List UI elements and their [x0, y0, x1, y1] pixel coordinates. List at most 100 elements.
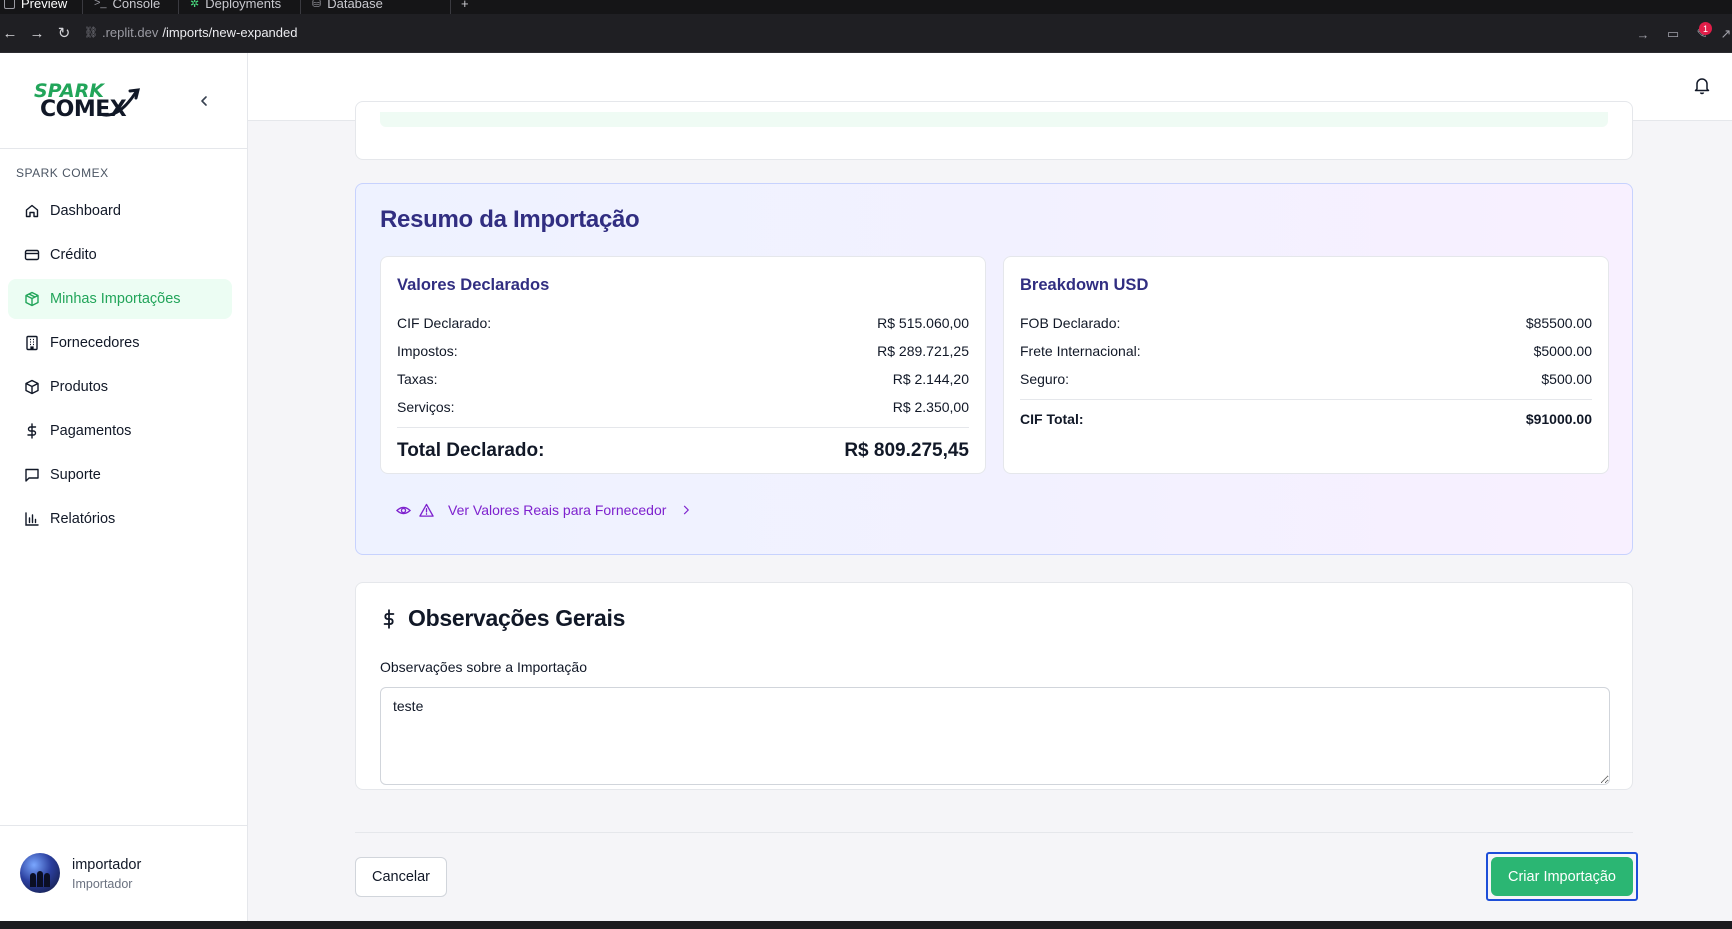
declared-row-label: Serviços: — [397, 399, 455, 415]
bell-icon — [1694, 78, 1710, 95]
declared-row: CIF Declarado: R$ 515.060,00 — [397, 309, 969, 337]
url-domain: .replit.dev — [101, 25, 159, 40]
package-icon — [25, 291, 39, 307]
url-path: /imports/new-expanded — [162, 25, 298, 40]
collapse-sidebar-button[interactable] — [194, 91, 214, 111]
eye-icon — [396, 506, 411, 514]
sidebar-section-label: SPARK COMEX — [16, 166, 109, 180]
open-arrow-icon[interactable]: → — [1633, 24, 1653, 44]
reload-icon[interactable]: ↻ — [54, 23, 74, 43]
app-viewport: SPARK COMEX SPARK COMEX Dashboard Crédit… — [0, 53, 1732, 921]
sidebar: SPARK COMEX SPARK COMEX Dashboard Crédit… — [0, 53, 248, 921]
home-icon — [25, 204, 39, 218]
summary-title: Resumo da Importação — [380, 206, 640, 233]
avatar — [20, 853, 60, 893]
user-profile[interactable]: importador Importador — [0, 825, 248, 921]
sidebar-item-label: Crédito — [50, 247, 97, 263]
import-summary-card: Resumo da Importação Valores Declarados … — [355, 183, 1633, 555]
spark-comex-logo[interactable]: SPARK COMEX — [32, 80, 142, 126]
usd-row-label: FOB Declarado: — [1020, 315, 1121, 331]
declared-total-value: R$ 809.275,45 — [844, 440, 969, 461]
observations-textarea[interactable]: teste — [380, 687, 1610, 785]
warning-icon — [419, 503, 434, 517]
divider — [1020, 399, 1592, 400]
usd-row: FOB Declarado: $85500.00 — [1020, 309, 1592, 337]
sidebar-item-label: Relatórios — [50, 511, 116, 527]
tab-database-label: Database — [327, 0, 383, 11]
notifications-button[interactable] — [1692, 75, 1712, 95]
usd-total-value: $91000.00 — [1525, 411, 1592, 427]
usd-row-label: Frete Internacional: — [1020, 343, 1141, 359]
deploy-icon: ✲ — [190, 0, 200, 10]
sidebar-item-fornecedores[interactable]: Fornecedores — [8, 323, 232, 363]
back-arrow-icon[interactable]: ← — [0, 23, 20, 43]
bar-chart-icon — [25, 512, 39, 526]
dollar-icon — [27, 423, 37, 439]
declared-row: Taxas: R$ 2.144,20 — [397, 365, 969, 393]
sidebar-item-produtos[interactable]: Produtos — [8, 367, 232, 407]
url-field[interactable]: ⛓ .replit.dev/imports/new-expanded — [84, 25, 297, 40]
sidebar-item-minhas-importacoes[interactable]: Minhas Importações — [8, 279, 232, 319]
notification-badge: 1 — [1699, 22, 1712, 35]
sidebar-item-label: Minhas Importações — [50, 291, 181, 307]
chevron-right-icon — [684, 505, 690, 515]
logo-area: SPARK COMEX — [0, 53, 248, 149]
tab-console[interactable]: >_ Console — [94, 0, 160, 12]
view-real-values-link[interactable]: Ver Valores Reais para Fornecedor — [396, 502, 692, 518]
link-icon: ⛓ — [84, 27, 98, 39]
sidebar-item-pagamentos[interactable]: Pagamentos — [8, 411, 232, 451]
dollar-icon — [383, 608, 395, 629]
forward-arrow-icon[interactable]: → — [27, 23, 47, 43]
usd-row-value: $85500.00 — [1525, 315, 1592, 331]
sidebar-item-label: Suporte — [50, 467, 101, 483]
declared-row-label: Impostos: — [397, 343, 458, 359]
declared-values-card: Valores Declarados CIF Declarado: R$ 515… — [380, 256, 986, 474]
user-name: importador — [72, 857, 142, 873]
usd-total-label: CIF Total: — [1020, 411, 1084, 427]
tab-deployments-label: Deployments — [205, 0, 282, 11]
divider — [397, 427, 969, 428]
usd-row: Frete Internacional: $5000.00 — [1020, 337, 1592, 365]
sidebar-item-relatorios[interactable]: Relatórios — [8, 499, 232, 539]
external-link-icon[interactable]: ↗ — [1716, 24, 1732, 44]
usd-row-value: $500.00 — [1541, 371, 1592, 387]
declared-row: Serviços: R$ 2.350,00 — [397, 393, 969, 421]
declared-values-title: Valores Declarados — [397, 276, 550, 294]
tab-deployments[interactable]: ✲ Deployments — [190, 0, 281, 12]
declared-row-label: Taxas: — [397, 371, 438, 387]
declared-row-label: CIF Declarado: — [397, 315, 492, 331]
tab-preview[interactable]: Preview — [4, 0, 67, 12]
sidebar-item-dashboard[interactable]: Dashboard — [8, 191, 232, 231]
create-import-button[interactable]: Criar Importação — [1491, 857, 1633, 896]
previous-section-highlight — [380, 112, 1608, 127]
monitor-icon — [4, 0, 15, 9]
declared-row: Impostos: R$ 289.721,25 — [397, 337, 969, 365]
sidebar-item-suporte[interactable]: Suporte — [8, 455, 232, 495]
sidebar-item-credito[interactable]: Crédito — [8, 235, 232, 275]
new-tab-button[interactable]: + — [461, 0, 469, 12]
cancel-button[interactable]: Cancelar — [355, 857, 447, 897]
box-icon — [25, 379, 39, 395]
building-icon — [26, 335, 38, 351]
observations-label: Observações sobre a Importação — [380, 659, 587, 675]
tab-preview-label: Preview — [21, 0, 68, 11]
declared-total-row: Total Declarado: R$ 809.275,45 — [397, 434, 969, 468]
logo-swoosh — [98, 88, 140, 117]
terminal-icon: >_ — [94, 0, 107, 9]
usd-row-value: $5000.00 — [1533, 343, 1592, 359]
sidebar-nav: Dashboard Crédito Minhas Importações For… — [8, 191, 232, 543]
declared-row-value: R$ 2.144,20 — [892, 371, 969, 387]
address-bar: ← → ↻ ⛓ .replit.dev/imports/new-expanded… — [0, 14, 1732, 53]
declared-total-label: Total Declarado: — [397, 440, 545, 461]
sidebar-item-label: Dashboard — [50, 203, 121, 219]
usd-breakdown-card: Breakdown USD FOB Declarado: $85500.00 F… — [1003, 256, 1609, 474]
devices-icon[interactable]: ▭ — [1663, 24, 1683, 44]
declared-row-value: R$ 289.721,25 — [877, 343, 969, 359]
usd-row-label: Seguro: — [1020, 371, 1070, 387]
tab-database[interactable]: ⛁ Database — [312, 0, 383, 12]
usd-breakdown-title: Breakdown USD — [1020, 276, 1149, 294]
browser-tab-strip: Preview >_ Console ✲ Deployments ⛁ Datab… — [0, 0, 1732, 14]
sidebar-item-label: Pagamentos — [50, 423, 132, 439]
plus-icon: + — [461, 0, 469, 11]
previous-section-card — [355, 101, 1633, 160]
